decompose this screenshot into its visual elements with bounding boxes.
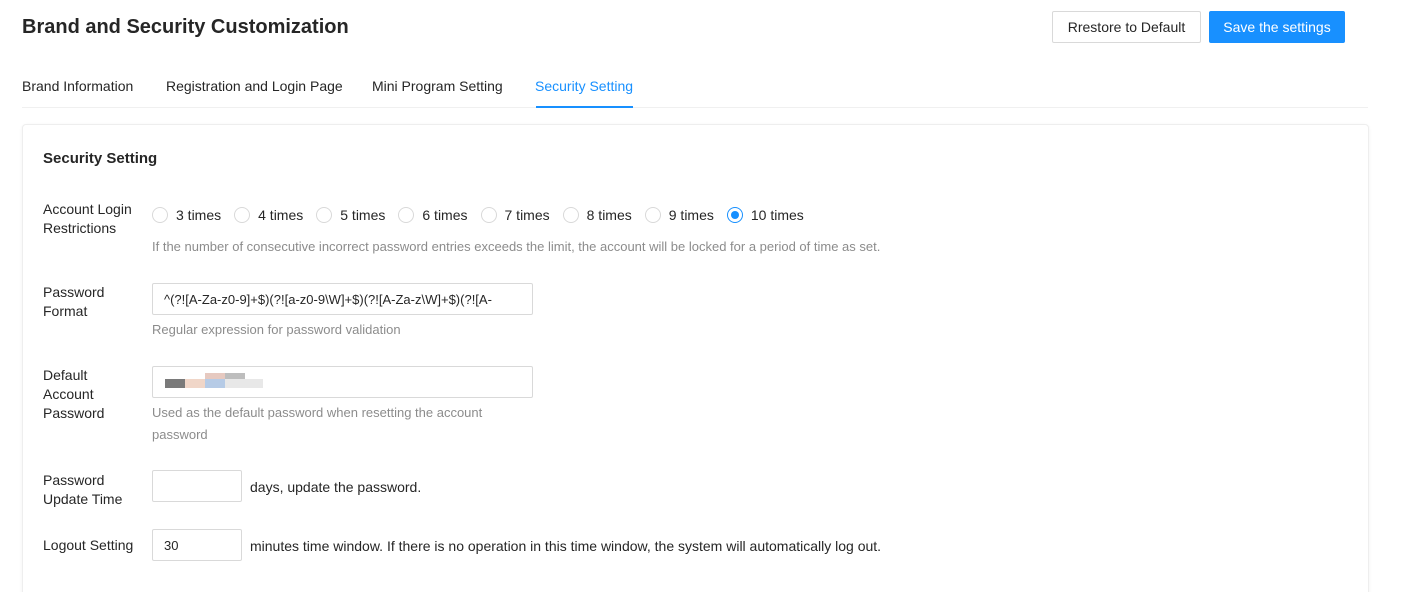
tab-brand-information[interactable]: Brand Information — [22, 78, 133, 94]
default-password-help: Used as the default password when resett… — [152, 405, 483, 442]
masked-password-value — [165, 373, 265, 391]
radio-checked-icon — [726, 207, 743, 223]
password-update-time-label: Password Update Time — [43, 472, 123, 507]
tab-bar: Brand Information Registration and Login… — [22, 68, 1368, 108]
logout-minutes-input[interactable]: 30 — [152, 529, 242, 561]
radio-circle-icon — [398, 207, 415, 223]
radio-4-times[interactable]: 4 times — [234, 207, 303, 223]
tab-mini-program-setting[interactable]: Mini Program Setting — [372, 78, 503, 94]
radio-5-times[interactable]: 5 times — [316, 207, 385, 223]
password-update-days-input[interactable] — [152, 470, 242, 502]
tab-security-setting[interactable]: Security Setting — [535, 78, 633, 94]
security-settings-card: Security Setting Account Login Restricti… — [22, 124, 1369, 592]
radio-circle-icon — [480, 207, 497, 223]
radio-circle-icon — [152, 207, 168, 223]
page-title: Brand and Security Customization — [22, 16, 349, 38]
radio-8-times[interactable]: 8 times — [562, 207, 632, 223]
radio-circle-icon — [644, 207, 661, 223]
active-tab-indicator — [536, 106, 633, 108]
radio-3-times[interactable]: 3 times — [152, 207, 221, 223]
login-restriction-help: If the number of consecutive incorrect p… — [152, 239, 881, 254]
password-format-help: Regular expression for password validati… — [152, 322, 401, 337]
password-format-input[interactable]: ^(?![A-Za-z0-9]+$)(?![a-z0-9\W]+$)(?![A-… — [152, 283, 533, 315]
restore-default-button[interactable]: Rrestore to Default — [1052, 11, 1201, 43]
radio-7-times[interactable]: 7 times — [480, 207, 550, 223]
save-settings-button[interactable]: Save the settings — [1209, 11, 1345, 43]
tab-registration-login-page[interactable]: Registration and Login Page — [166, 78, 343, 94]
radio-9-times[interactable]: 9 times — [644, 207, 714, 223]
login-restriction-label: Account Login Restrictions — [43, 201, 132, 236]
default-password-label: Default Account Password — [43, 367, 105, 421]
login-restriction-radio-group: 3 times 4 times 5 times 6 times 7 times … — [152, 207, 817, 223]
default-password-input[interactable] — [152, 366, 533, 398]
section-title: Security Setting — [43, 150, 158, 167]
radio-circle-icon — [316, 207, 333, 223]
password-update-suffix: days, update the password. — [250, 479, 422, 495]
password-format-label: Password Format — [43, 284, 105, 319]
radio-6-times[interactable]: 6 times — [398, 207, 468, 223]
radio-10-times[interactable]: 10 times — [726, 207, 804, 223]
radio-circle-icon — [234, 207, 251, 223]
logout-setting-label: Logout Setting — [43, 537, 134, 553]
radio-circle-icon — [562, 207, 579, 223]
logout-setting-suffix: minutes time window. If there is no oper… — [250, 538, 882, 554]
